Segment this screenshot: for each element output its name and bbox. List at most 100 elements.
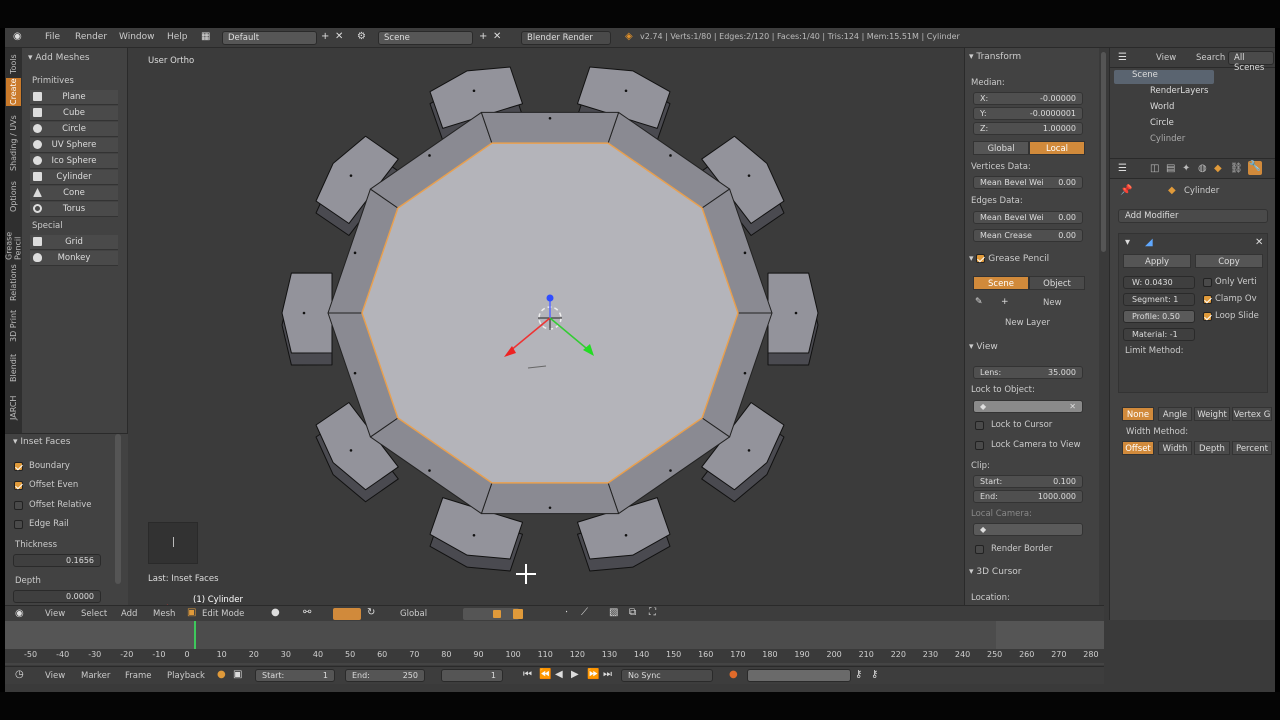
rotate-manipulator-icon[interactable]: ↻ <box>367 607 375 619</box>
current-frame-field[interactable]: 1 <box>441 669 503 682</box>
segments-field[interactable]: Segment: 1 <box>1123 293 1195 306</box>
sync-select[interactable]: No Sync <box>621 669 713 682</box>
width-percent-toggle[interactable]: Percent <box>1232 441 1272 455</box>
blender-logo-icon[interactable]: ◉ <box>13 31 22 43</box>
clear-icon[interactable]: ✕ <box>1069 401 1076 412</box>
limit-vertex-group-toggle[interactable]: Vertex G <box>1232 407 1272 421</box>
global-toggle[interactable]: Global <box>973 141 1029 155</box>
offset-relative-checkbox[interactable] <box>14 501 23 510</box>
select-menu[interactable]: Select <box>81 609 107 619</box>
scene-icon[interactable]: ⚙ <box>357 31 366 43</box>
lock-object-field[interactable]: ◆ ✕ <box>973 400 1083 413</box>
layout-field[interactable]: Default <box>222 31 317 45</box>
tab-relations[interactable]: Relations <box>6 262 21 304</box>
outliner-view-menu[interactable]: View <box>1156 53 1176 63</box>
tab-blendit[interactable]: Blendit <box>6 348 21 388</box>
end-frame-field[interactable]: End: 250 <box>345 669 425 682</box>
outliner-world-item[interactable]: World <box>1150 102 1174 116</box>
width-width-toggle[interactable]: Width <box>1158 441 1192 455</box>
screen-layout-icon[interactable]: ▦ <box>201 31 210 43</box>
lens-field[interactable]: Lens: 35.000 <box>973 366 1083 379</box>
manipulator-toggle[interactable] <box>333 608 361 620</box>
start-frame-field[interactable]: Start: 1 <box>255 669 335 682</box>
clip-start-field[interactable]: Start: 0.100 <box>973 475 1083 488</box>
gp-new-button[interactable]: New <box>1043 298 1062 308</box>
gp-scene-toggle[interactable]: Scene <box>973 276 1029 290</box>
outliner-display-mode[interactable]: All Scenes <box>1228 51 1274 73</box>
play-icon[interactable]: ▶ <box>571 669 579 681</box>
jump-end-icon[interactable]: ⏭ <box>603 669 612 681</box>
add-scene-icon[interactable]: + <box>479 31 487 43</box>
auto-key-icon[interactable]: ● <box>729 669 738 681</box>
render-border-checkbox[interactable] <box>975 545 984 554</box>
constraints-tab-icon[interactable]: ⛓ <box>1230 163 1243 175</box>
render-layers-tab-icon[interactable]: ▤ <box>1166 163 1175 175</box>
outliner-cylinder-item[interactable]: Cylinder <box>1150 134 1185 148</box>
add-menu[interactable]: Add <box>121 609 137 619</box>
add-cylinder-button[interactable]: Cylinder <box>30 170 118 185</box>
operator-scrollbar[interactable] <box>115 434 121 584</box>
delete-keyframe-icon[interactable]: ⚷ <box>871 669 878 681</box>
mean-bevel-vertex-field[interactable]: Mean Bevel Wei 0.00 <box>973 176 1083 189</box>
add-monkey-button[interactable]: Monkey <box>30 251 118 266</box>
orientation-select[interactable]: Global <box>400 609 427 619</box>
pencil-icon[interactable]: ✎ <box>975 296 983 308</box>
apply-button[interactable]: Apply <box>1123 254 1191 268</box>
menu-render[interactable]: Render <box>75 32 107 42</box>
vertex-select-icon[interactable]: ⋅ <box>565 607 568 619</box>
keying-set-field[interactable] <box>747 669 851 682</box>
mean-crease-field[interactable]: Mean Crease 0.00 <box>973 229 1083 242</box>
local-camera-field[interactable]: ◆ <box>973 523 1083 536</box>
outliner-scene-item[interactable]: Scene <box>1114 70 1214 84</box>
loop-slide-checkbox[interactable] <box>1203 312 1212 321</box>
object-tab-icon[interactable]: ◆ <box>1214 163 1222 175</box>
transform-header[interactable]: ▾ Transform <box>969 52 1021 62</box>
timeline-view-menu[interactable]: View <box>45 671 65 681</box>
mode-select[interactable]: Edit Mode <box>202 609 244 619</box>
play-reverse-icon[interactable]: ◀ <box>555 669 563 681</box>
add-circle-button[interactable]: Circle <box>30 122 118 137</box>
material-field[interactable]: Material: -1 <box>1123 328 1195 341</box>
mesh-menu[interactable]: Mesh <box>153 609 175 619</box>
tooth-face[interactable] <box>281 272 333 354</box>
lock-to-cursor-checkbox[interactable] <box>975 421 984 430</box>
scene-tab-icon[interactable]: ✦ <box>1182 163 1190 175</box>
operator-panel-title[interactable]: ▾ Inset Faces <box>13 437 70 447</box>
3d-viewport[interactable]: User Ortho Last: Inset Faces (1) Cylinde… <box>128 48 964 620</box>
outliner-icon[interactable]: ☰ <box>1118 52 1127 64</box>
timeline-frame-menu[interactable]: Frame <box>125 671 151 681</box>
tab-jarch[interactable]: JARCH <box>6 390 21 426</box>
profile-field[interactable]: Profile: 0.50 <box>1123 310 1195 323</box>
grease-pencil-header[interactable]: ▾ Grease Pencil <box>969 254 1049 264</box>
add-icon[interactable]: + <box>1001 296 1009 308</box>
tilde-widget[interactable] <box>148 522 198 564</box>
remove-scene-icon[interactable]: ✕ <box>493 31 501 43</box>
render-tab-icon[interactable]: ◫ <box>1150 163 1159 175</box>
shading-icon[interactable]: ● <box>271 607 280 619</box>
view-header[interactable]: ▾ View <box>969 342 998 352</box>
add-meshes-panel-title[interactable]: ▾ Add Meshes <box>28 53 90 63</box>
current-frame-line[interactable] <box>194 621 196 649</box>
active-layer[interactable] <box>493 610 501 618</box>
jump-start-icon[interactable]: ⏮ <box>523 669 532 681</box>
add-plane-button[interactable]: Plane <box>30 90 118 105</box>
record-icon[interactable]: ● <box>217 669 226 681</box>
offset-even-checkbox[interactable] <box>14 481 23 490</box>
median-y-field[interactable]: Y: -0.0000001 <box>973 107 1083 120</box>
view-menu[interactable]: View <box>45 609 65 619</box>
tab-options[interactable]: Options <box>6 180 21 214</box>
boundary-checkbox[interactable] <box>14 462 23 471</box>
clip-end-field[interactable]: End: 1000.000 <box>973 490 1083 503</box>
keying-icon[interactable]: ▣ <box>233 669 242 681</box>
median-x-field[interactable]: X: -0.00000 <box>973 92 1083 105</box>
clamp-overlap-checkbox[interactable] <box>1203 295 1212 304</box>
modifiers-tab-icon[interactable]: 🔧 <box>1248 161 1262 175</box>
limit-weight-toggle[interactable]: Weight <box>1194 407 1230 421</box>
prev-keyframe-icon[interactable]: ⏪ <box>539 669 551 681</box>
add-ico-sphere-button[interactable]: Ico Sphere <box>30 154 118 169</box>
add-modifier-select[interactable]: Add Modifier <box>1118 209 1268 223</box>
properties-icon[interactable]: ☰ <box>1118 163 1127 175</box>
menu-help[interactable]: Help <box>167 32 188 42</box>
limit-none-toggle[interactable]: None <box>1122 407 1154 421</box>
render-preview-icon[interactable]: ⛶ <box>649 607 656 619</box>
